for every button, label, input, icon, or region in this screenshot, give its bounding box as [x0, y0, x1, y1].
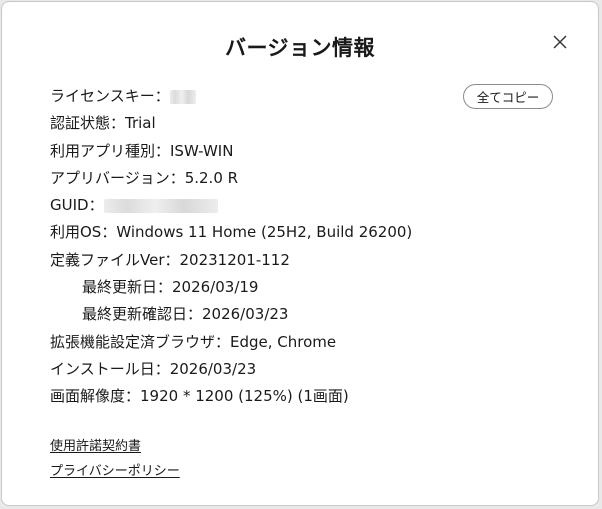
- screen-resolution-row: 画面解像度：1920 * 1200 (125%) (1画面): [50, 387, 349, 406]
- install-date-row: インストール日：2026/03/23: [50, 359, 257, 378]
- auth-status-row: 認証状態：Trial: [50, 114, 156, 133]
- last-update-check-row: 最終更新確認日：2026/03/23: [82, 305, 289, 324]
- last-update-row: 最終更新日：2026/03/19: [82, 278, 259, 297]
- guid-redacted: [103, 198, 218, 213]
- privacy-policy-link[interactable]: プライバシーポリシー: [50, 459, 180, 484]
- definition-file-row: 定義ファイルVer：20231201-112: [50, 250, 290, 269]
- app-version-row: アプリバージョン：5.2.0 R: [50, 168, 239, 187]
- license-key-label: ライセンスキー：: [50, 87, 170, 105]
- license-key-row: ライセンスキー：: [50, 83, 570, 110]
- guid-row: GUID：: [50, 192, 570, 219]
- os-row: 利用OS：Windows 11 Home (25H2, Build 26200): [50, 223, 413, 242]
- version-info-dialog: バージョン情報 全てコピー ライセンスキー： 認証状態：Trial 利用アプリ種…: [1, 1, 599, 506]
- license-agreement-link[interactable]: 使用許諾契約書: [50, 434, 180, 459]
- dialog-title: バージョン情報: [224, 36, 376, 60]
- info-list: ライセンスキー： 認証状態：Trial 利用アプリ種別：ISW-WIN アプリバ…: [50, 83, 570, 411]
- license-key-redacted: [169, 89, 196, 104]
- footer-links: 使用許諾契約書 プライバシーポリシー: [50, 434, 180, 484]
- browser-extension-row: 拡張機能設定済ブラウザ：Edge, Chrome: [50, 332, 337, 351]
- guid-label: GUID：: [50, 196, 104, 215]
- close-icon[interactable]: [550, 32, 570, 52]
- app-type-row: 利用アプリ種別：ISW-WIN: [50, 141, 234, 160]
